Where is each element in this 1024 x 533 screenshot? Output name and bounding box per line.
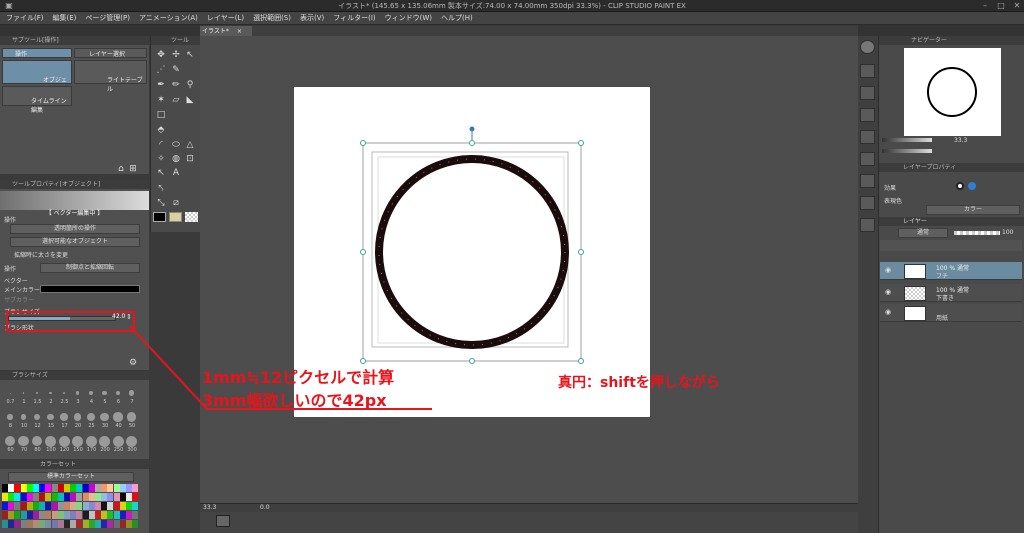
- layer-thumbnail: [904, 264, 926, 279]
- layer-name: 用紙: [936, 315, 949, 322]
- layer-row-shitagaki[interactable]: ◉ 100 % 通常 下書き: [880, 284, 1022, 302]
- search-icon[interactable]: [860, 40, 875, 54]
- timeline-strip: [200, 512, 858, 533]
- layer-property-tab[interactable]: レイヤープロパティ: [879, 163, 1024, 172]
- eye-icon[interactable]: ◉: [885, 308, 891, 316]
- status-zoom: 33.3: [203, 504, 217, 511]
- layer-row-fuchi[interactable]: ◉ 100 % 通常 フチ: [880, 262, 1022, 280]
- bounding-box: [362, 142, 582, 362]
- timeline-icon[interactable]: [216, 515, 230, 527]
- navigator-tab[interactable]: ナビゲーター: [879, 36, 1024, 45]
- effect-color-icon[interactable]: [968, 182, 976, 190]
- blend-mode-select[interactable]: 通常: [898, 228, 948, 238]
- navigator-preview[interactable]: [904, 48, 1001, 136]
- status-angle: 0.0: [260, 504, 270, 511]
- effect-border-icon[interactable]: [956, 182, 964, 190]
- circle-stroke: [375, 155, 569, 349]
- cmd-icon-3[interactable]: [860, 86, 875, 100]
- layer-toolbar: [880, 240, 1022, 251]
- layer-property-tab-label: レイヤープロパティ: [903, 164, 957, 171]
- annotation-note-3: 真円：shiftを押しながら: [558, 375, 720, 391]
- annotation-note-2: 3mm幅欲しいので42px: [202, 391, 387, 410]
- transform-handles: [360, 140, 584, 364]
- cmd-icon-8[interactable]: [860, 196, 875, 210]
- cmd-icon-2[interactable]: [860, 64, 875, 78]
- cmd-icon-6[interactable]: [860, 152, 875, 166]
- cmd-icon-9[interactable]: [860, 218, 875, 232]
- navigator-zoom-value: 33.3: [954, 137, 968, 144]
- layer-thumbnail: [904, 306, 926, 321]
- layer-name: フチ: [936, 273, 949, 280]
- display-color-select[interactable]: カラー: [926, 205, 1020, 215]
- layer-thumbnail: [904, 286, 926, 301]
- opacity-value: 100: [1002, 229, 1014, 236]
- annotation-note-1: 1mm≒12ピクセルで計算: [202, 368, 395, 387]
- layer-name: 下書き: [936, 295, 955, 302]
- layer-tab[interactable]: レイヤー: [879, 217, 1024, 226]
- navigator-zoom-slider[interactable]: [882, 138, 932, 142]
- navigator-thumbnail: [927, 67, 977, 117]
- opacity-slider[interactable]: [954, 231, 1000, 235]
- brush-size-highlight: [6, 311, 135, 332]
- cmd-icon-7[interactable]: [860, 174, 875, 188]
- layer-tab-label: レイヤー: [903, 218, 927, 225]
- rotate-handle: [469, 126, 475, 132]
- eye-icon[interactable]: ◉: [885, 266, 891, 274]
- command-bar: [858, 36, 878, 533]
- cmd-icon-4[interactable]: [860, 108, 875, 122]
- navigator-rotate-slider[interactable]: [882, 149, 932, 153]
- effect-label: 効果: [884, 185, 897, 192]
- cmd-icon-5[interactable]: [860, 130, 875, 144]
- layer-row-paper[interactable]: ◉ 用紙: [880, 304, 1022, 322]
- status-bar: 33.3 0.0: [200, 503, 858, 512]
- display-color-label: 表現色: [884, 198, 903, 205]
- eye-icon[interactable]: ◉: [885, 288, 891, 296]
